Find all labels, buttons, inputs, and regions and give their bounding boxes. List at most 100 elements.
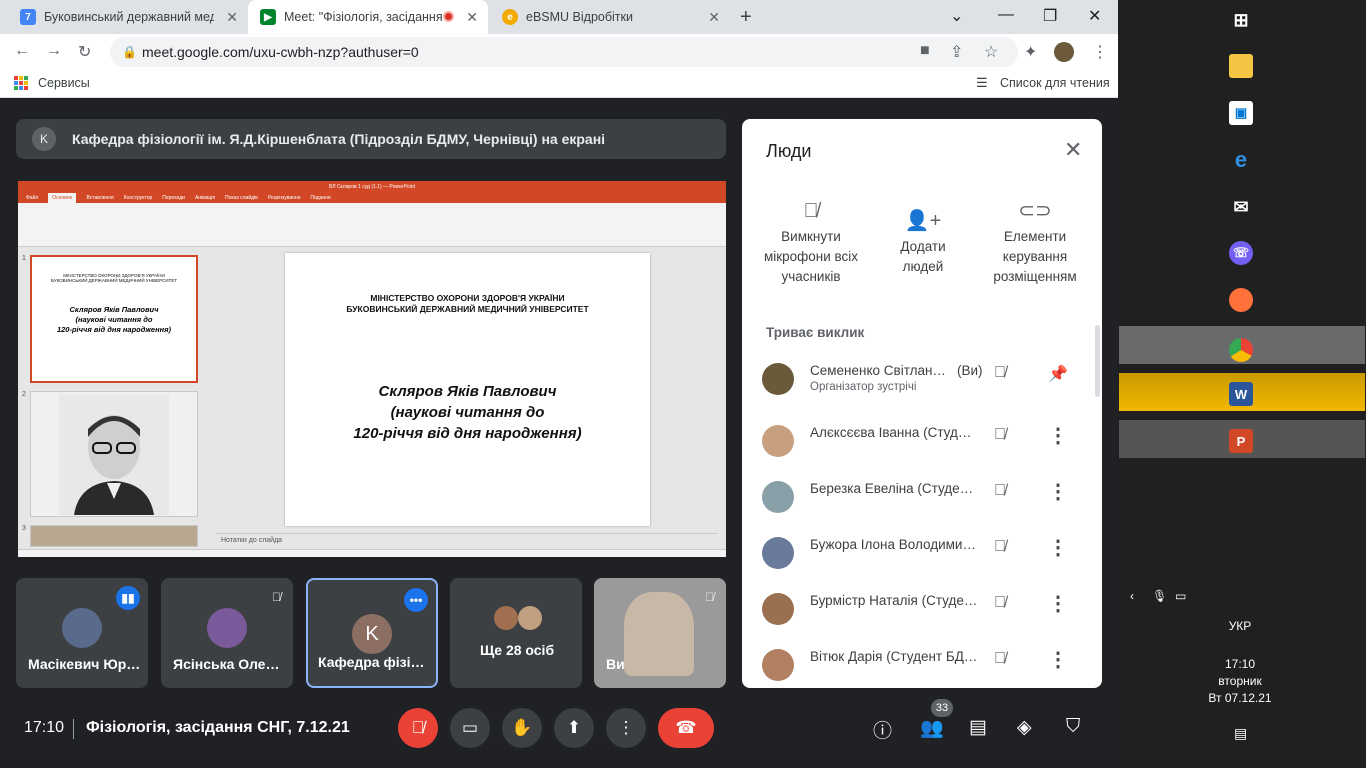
mail-icon[interactable]: ✉ xyxy=(1229,195,1253,219)
slide-thumbnail xyxy=(30,525,198,547)
more-participants-tile[interactable]: Ще 28 осіб xyxy=(450,578,582,688)
info-icon[interactable]: ⓘ xyxy=(873,716,892,743)
tab-meet[interactable]: ▶ Meet: "Фізіологія, засідання ✕ xyxy=(248,0,488,34)
more-options-icon[interactable]: ⋮ xyxy=(1048,535,1068,560)
participant-row[interactable]: Семененко Світлан… (Ви) Організатор зуст… xyxy=(742,355,1102,411)
more-options-icon[interactable]: ⋮ xyxy=(1048,423,1068,448)
file-explorer-icon[interactable] xyxy=(1229,54,1253,78)
mic-toggle-button[interactable]: 🎙̸ xyxy=(398,708,438,748)
profile-avatar[interactable] xyxy=(1054,42,1074,62)
browser-toolbar: ← → ↻ 🔒 meet.google.com/uxu-cwbh-nzp?aut… xyxy=(0,34,1118,70)
reading-list[interactable]: Список для чтения xyxy=(1000,76,1110,90)
firefox-icon[interactable] xyxy=(1229,288,1253,312)
participant-row[interactable]: Бурмістр Наталія (Студе… 🎙̸ ⋮ xyxy=(742,585,1102,641)
you-label: (Ви) xyxy=(957,363,983,378)
tray-expand-icon[interactable]: ‹ xyxy=(1130,589,1134,603)
participant-row[interactable]: Алєксєєва Іванна (Студ… 🎙̸ ⋮ xyxy=(742,417,1102,473)
maximize-icon[interactable]: ❐ xyxy=(1043,6,1057,26)
lock-icon[interactable]: 🔒 xyxy=(122,37,137,67)
camera-toggle-button[interactable]: ▭ xyxy=(450,708,490,748)
meeting-title: Фізіологія, засідання СНГ, 7.12.21 xyxy=(86,719,350,736)
people-icon[interactable]: 👥 xyxy=(920,716,944,740)
more-options-icon[interactable]: ⋮ xyxy=(1048,591,1068,616)
participant-avatar xyxy=(518,606,542,630)
battery-icon[interactable]: ▭ xyxy=(1175,589,1186,603)
star-icon[interactable]: ☆ xyxy=(984,42,998,62)
close-tab-icon[interactable]: ✕ xyxy=(708,9,720,26)
present-screen-button[interactable]: ⬆ xyxy=(554,708,594,748)
participant-row[interactable]: Бужора Ілона Володими… 🎙̸ ⋮ xyxy=(742,529,1102,585)
new-tab-icon[interactable]: + xyxy=(740,6,752,29)
ppt-tab: Переходи xyxy=(162,195,185,201)
apps-icon[interactable] xyxy=(14,76,28,90)
more-options-icon[interactable]: ⋮ xyxy=(1048,479,1068,504)
ppt-tab: Файл xyxy=(26,195,39,201)
tab-ebsmu[interactable]: e eBSMU Відробітки ✕ xyxy=(490,0,730,34)
section-heading: Триває виклик xyxy=(766,325,865,340)
presentation-banner: K Кафедра фізіології ім. Я.Д.Кіршенблата… xyxy=(16,119,726,159)
slide-title: Скляров Яків Павлович (наукові читання д… xyxy=(353,383,582,442)
ppt-tab: Основне xyxy=(48,193,77,203)
activities-icon[interactable]: ◈ xyxy=(1017,716,1032,739)
add-people-button[interactable]: 👤+ Додати людей xyxy=(868,211,978,277)
participant-row[interactable]: Вітюк Дарія (Студент БД… 🎙̸ ⋮ xyxy=(742,641,1102,688)
address-bar[interactable]: 🔒 meet.google.com/uxu-cwbh-nzp?authuser=… xyxy=(110,37,1018,67)
current-slide: МІНІСТЕРСТВО ОХОРОНИ ЗДОРОВ'Я УКРАЇНИ БУ… xyxy=(285,253,650,526)
meet-favicon-icon: ▶ xyxy=(260,9,276,25)
powerpoint-icon[interactable]: P xyxy=(1229,429,1253,453)
participant-row[interactable]: Березка Евеліна (Студе… 🎙̸ ⋮ xyxy=(742,473,1102,529)
participant-tile-presenter[interactable]: K ••• Кафедра фізі… xyxy=(306,578,438,688)
reload-icon[interactable]: ↻ xyxy=(78,42,91,62)
participant-tile[interactable]: ▮▮ Масікевич Юр… xyxy=(16,578,148,688)
mic-off-icon[interactable]: 🎙̸ xyxy=(994,482,1006,500)
participant-name: Масікевич Юр… xyxy=(28,656,141,672)
close-window-icon[interactable]: ✕ xyxy=(1088,6,1101,26)
host-controls-button[interactable]: ⊂⊃ Елементи керування розміщенням xyxy=(980,201,1090,287)
chat-icon[interactable]: ▤ xyxy=(969,716,987,739)
microphone-tray-icon[interactable]: 🎙 xyxy=(1152,589,1167,603)
mic-off-icon[interactable]: 🎙̸ xyxy=(994,364,1006,382)
mic-off-icon: 🎙̸ xyxy=(272,590,281,604)
mic-off-icon[interactable]: 🎙̸ xyxy=(994,426,1006,444)
clock-day: вторник xyxy=(1218,674,1262,688)
notifications-icon[interactable]: ▤ xyxy=(1234,725,1247,742)
back-icon[interactable]: ← xyxy=(14,42,30,60)
leave-call-button[interactable]: ☎ xyxy=(658,708,714,748)
language-indicator[interactable]: УКР xyxy=(1218,619,1262,633)
bookmark-services[interactable]: Сервисы xyxy=(38,76,90,90)
edge-icon[interactable]: e xyxy=(1229,147,1253,172)
ppt-ribbon-tools xyxy=(18,203,726,247)
host-controls-icon[interactable]: ⛉ xyxy=(1066,716,1080,738)
word-icon[interactable]: W xyxy=(1229,382,1253,406)
more-options-icon[interactable]: ••• xyxy=(404,588,428,612)
pin-icon[interactable]: 📌 xyxy=(1048,364,1068,384)
minimize-icon[interactable]: — xyxy=(998,6,1014,24)
mic-off-icon[interactable]: 🎙̸ xyxy=(994,594,1006,612)
store-icon[interactable]: ▣ xyxy=(1229,101,1253,125)
self-view-tile[interactable]: 🎙̸ Ви xyxy=(594,578,726,688)
share-icon[interactable]: ⇪ xyxy=(950,42,963,62)
close-panel-icon[interactable]: ✕ xyxy=(1064,137,1082,163)
add-person-icon: 👤+ xyxy=(904,210,942,232)
mute-all-button[interactable]: 🎙̸ Вимкнути мікрофони всіх учасників xyxy=(756,201,866,287)
chrome-icon[interactable] xyxy=(1229,338,1253,362)
more-options-icon[interactable]: ⋮ xyxy=(1048,647,1068,672)
windows-start-icon[interactable]: ⊞ xyxy=(1229,8,1253,32)
menu-icon[interactable]: ⋮ xyxy=(1092,42,1108,62)
extensions-icon[interactable]: ✦ xyxy=(1024,42,1037,62)
tab-search-icon[interactable]: ⌄ xyxy=(950,6,963,26)
mic-off-icon[interactable]: 🎙̸ xyxy=(994,650,1006,668)
participant-tile[interactable]: 🎙̸ Ясінська Оле… xyxy=(161,578,293,688)
mic-off-icon[interactable]: 🎙̸ xyxy=(994,538,1006,556)
camera-icon[interactable]: ■ xyxy=(920,42,930,60)
viber-icon[interactable]: ☏ xyxy=(1229,241,1253,265)
raise-hand-button[interactable]: ✋ xyxy=(502,708,542,748)
close-tab-icon[interactable]: ✕ xyxy=(466,9,478,26)
clock-time[interactable]: 17:10 xyxy=(1210,657,1270,671)
more-participants-label: Ще 28 осіб xyxy=(480,642,555,658)
tab-bukovina[interactable]: 7 Буковинський державний меди ✕ xyxy=(8,0,248,34)
more-options-button[interactable]: ⋮ xyxy=(606,708,646,748)
close-tab-icon[interactable]: ✕ xyxy=(226,9,238,26)
reading-list-icon[interactable]: ☰ xyxy=(976,75,988,91)
forward-icon[interactable]: → xyxy=(46,42,62,60)
